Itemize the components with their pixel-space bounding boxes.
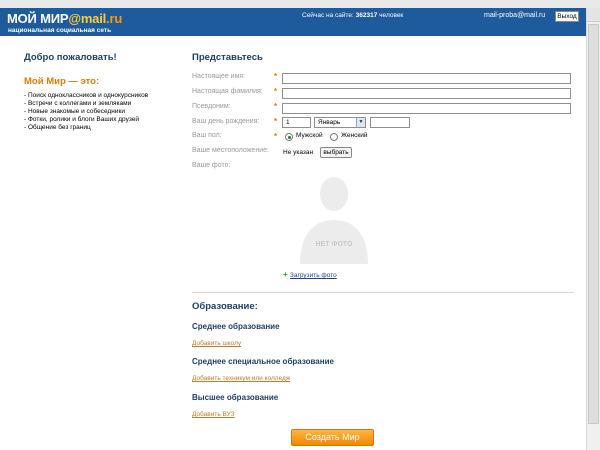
site-tagline: национальная социальная сеть [8, 27, 112, 34]
create-world-button[interactable]: Создать Мир [291, 429, 374, 446]
required-mark: * [274, 87, 278, 96]
logo-mail: @mail [68, 11, 107, 26]
location-value: Не указан [283, 149, 314, 156]
logo-text: МОЙ МИР [7, 11, 69, 26]
birthday-year-input[interactable] [370, 117, 410, 128]
logout-button[interactable]: Выход [555, 11, 579, 22]
chevron-down-icon[interactable]: ▼ [356, 118, 365, 127]
features-list: - Поиск одноклассников и однокурсников -… [24, 92, 184, 132]
add-university-link[interactable]: Добавить ВУЗ [192, 411, 235, 418]
user-email: mail-proba@mail.ru [484, 12, 546, 19]
photo-label: Ваше фото: [192, 162, 231, 169]
no-photo-text: НЕТ ФОТО [315, 241, 353, 248]
gender-female-radio[interactable] [330, 133, 338, 141]
birthday-month-select[interactable]: Январь ▼ [314, 117, 366, 128]
choose-location-button[interactable]: выбрать [320, 147, 352, 158]
required-mark: * [274, 102, 278, 111]
scroll-thumb[interactable] [588, 24, 599, 424]
gender-male-radio[interactable] [285, 133, 293, 141]
birthday-label: Ваш день рождения: [192, 118, 260, 125]
location-label: Ваше местоположение: [192, 147, 269, 154]
real-name-label: Настоящее имя: [192, 73, 246, 80]
online-suffix: человек [379, 12, 404, 19]
section-divider [192, 292, 574, 293]
feature-item: - Новые знакомые и собеседники [24, 108, 125, 115]
add-college-link[interactable]: Добавить техникум или колледж [192, 375, 290, 382]
online-count: 362317 [355, 12, 378, 19]
required-mark: * [274, 72, 278, 81]
online-prefix: Сейчас на сайте: [302, 12, 354, 19]
plus-icon: + [283, 270, 288, 279]
real-name-input[interactable] [282, 73, 571, 84]
secondary-education-title: Среднее образование [192, 322, 280, 331]
feature-item: - Фотки, ролики и блоги Ваших друзей [24, 116, 139, 123]
vocational-education-title: Среднее специальное образование [192, 357, 334, 366]
promo-sidebar: Добро пожаловать! Мой Мир — это: - Поиск… [24, 52, 184, 132]
real-surname-input[interactable] [282, 88, 571, 99]
avatar-silhouette-icon [300, 177, 368, 264]
feature-item: - Поиск одноклассников и однокурсников [24, 92, 149, 99]
online-counter: Сейчас на сайте: 362317 человек [302, 12, 403, 19]
upload-photo-row[interactable]: + Загрузить фото [283, 270, 337, 279]
birthday-day-input[interactable] [282, 117, 311, 128]
feature-item: - Общение без границ [24, 124, 91, 131]
upload-photo-link[interactable]: Загрузить фото [290, 272, 337, 279]
scroll-up-arrow-icon[interactable] [587, 8, 600, 22]
browser-top-strip [0, 0, 600, 8]
mir-heading: Мой Мир — это: [24, 76, 100, 87]
nickname-input[interactable] [282, 103, 571, 114]
photo-placeholder: НЕТ ФОТО [286, 168, 382, 264]
gender-label: Ваш пол: [192, 132, 222, 139]
add-school-link[interactable]: Добавить школу [192, 340, 241, 347]
logo-ru: .ru [106, 11, 123, 26]
nickname-label: Псевдоним: [192, 103, 231, 110]
required-mark: * [274, 117, 278, 126]
site-header: МОЙ МИР@mail.ru национальная социальная … [0, 8, 586, 36]
higher-education-title: Высшее образование [192, 393, 279, 402]
gender-female-label[interactable]: Женский [341, 132, 367, 139]
birthday-month-value: Январь [318, 119, 341, 126]
feature-item: - Встречи с коллегами и земляками [24, 100, 132, 107]
vertical-scrollbar[interactable] [586, 8, 600, 450]
education-title: Образование: [192, 301, 258, 312]
real-surname-label: Настоящая фамилия: [192, 88, 263, 95]
site-logo[interactable]: МОЙ МИР@mail.ru [7, 11, 122, 26]
gender-male-label[interactable]: Мужской [296, 132, 323, 139]
form-title: Представьтесь [192, 52, 263, 63]
welcome-heading: Добро пожаловать! [24, 52, 117, 63]
required-mark: * [274, 132, 278, 141]
